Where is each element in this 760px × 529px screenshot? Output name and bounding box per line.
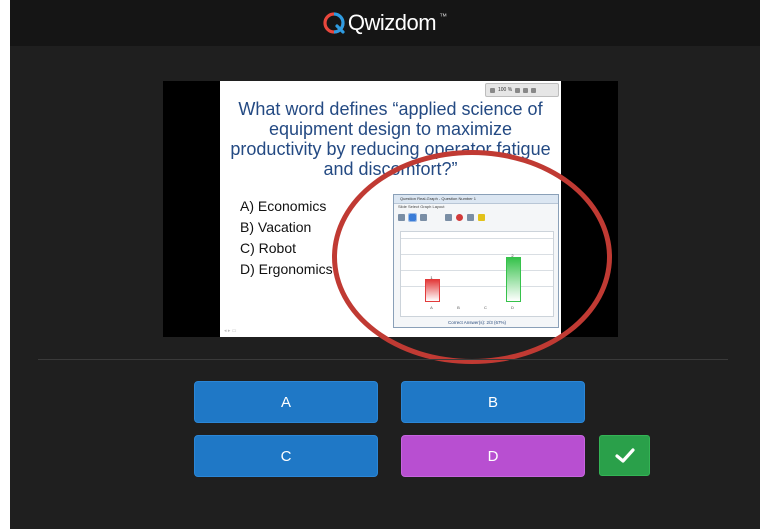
zoom-icon[interactable] bbox=[490, 87, 495, 93]
answer-button-b[interactable]: B bbox=[401, 381, 585, 423]
chart-data-label: 2 bbox=[511, 253, 514, 259]
chart-x-label: A bbox=[430, 305, 433, 310]
top-bar: Qwizdom ™ bbox=[10, 0, 760, 46]
results-graph-window: Question Real-Graph - Question Number 1 … bbox=[393, 194, 559, 328]
settings-icon[interactable] bbox=[398, 213, 405, 221]
bar-chart-icon[interactable] bbox=[408, 212, 417, 222]
chart-x-label: B bbox=[457, 305, 460, 310]
star-icon[interactable] bbox=[478, 213, 485, 221]
answer-list: A) Economics B) Vacation C) Robot D) Erg… bbox=[240, 196, 333, 280]
results-window-title: Question Real-Graph - Question Number 1 bbox=[394, 195, 558, 204]
chart-grid-line bbox=[401, 238, 553, 239]
answer-option-a: A) Economics bbox=[240, 198, 327, 214]
answer-option-c: C) Robot bbox=[240, 240, 297, 256]
tool-icon[interactable] bbox=[523, 87, 529, 93]
chart-grid-line bbox=[401, 270, 553, 271]
slide-footer-controls[interactable]: ◂ ▸ ▭ bbox=[224, 328, 237, 334]
slide: 100 % What word defines “applied science… bbox=[220, 81, 561, 337]
brand-trademark: ™ bbox=[439, 12, 448, 21]
chart-x-label: D bbox=[511, 305, 514, 310]
pie-chart-icon[interactable] bbox=[420, 213, 427, 221]
results-bar-chart: Correct Answer(s): 2/3 (67%) A 1 B C D 2 bbox=[400, 231, 554, 325]
app-window: Qwizdom ™ 100 % What word defines “appli… bbox=[10, 0, 760, 529]
slide-viewer: 100 % What word defines “applied science… bbox=[163, 81, 618, 337]
chart-grid-line bbox=[401, 286, 553, 287]
tool-icon[interactable] bbox=[531, 87, 537, 93]
qwizdom-logo-icon bbox=[323, 12, 345, 34]
divider bbox=[38, 359, 728, 360]
submit-button[interactable] bbox=[599, 435, 650, 476]
brand-name: Qwizdom bbox=[347, 10, 437, 35]
answer-button-d[interactable]: D bbox=[401, 435, 585, 477]
answer-option-d: D) Ergonomics bbox=[240, 261, 333, 277]
tool-icon[interactable] bbox=[515, 87, 521, 93]
brand-logo: Qwizdom ™ bbox=[323, 10, 447, 36]
answer-button-a[interactable]: A bbox=[194, 381, 378, 423]
chart-grid-line bbox=[401, 254, 553, 255]
zoom-level: 100 % bbox=[498, 87, 513, 93]
answer-option-b: B) Vacation bbox=[240, 219, 312, 235]
checkmark-icon bbox=[614, 447, 635, 463]
slide-mini-toolbar[interactable]: 100 % bbox=[485, 83, 559, 97]
chart-x-label: C bbox=[484, 305, 487, 310]
chart-bar-d bbox=[506, 257, 521, 302]
pointer-icon[interactable] bbox=[467, 213, 474, 221]
chart-bar-a bbox=[425, 278, 440, 302]
chart-data-label: 1 bbox=[430, 274, 433, 280]
answer-button-c[interactable]: C bbox=[194, 435, 378, 477]
chart-caption: Correct Answer(s): 2/3 (67%) bbox=[447, 320, 507, 325]
question-text: What word defines “applied science of eq… bbox=[230, 99, 551, 179]
table-icon[interactable] bbox=[445, 213, 452, 221]
results-window-toolbar bbox=[394, 210, 558, 224]
record-icon[interactable] bbox=[456, 213, 463, 221]
